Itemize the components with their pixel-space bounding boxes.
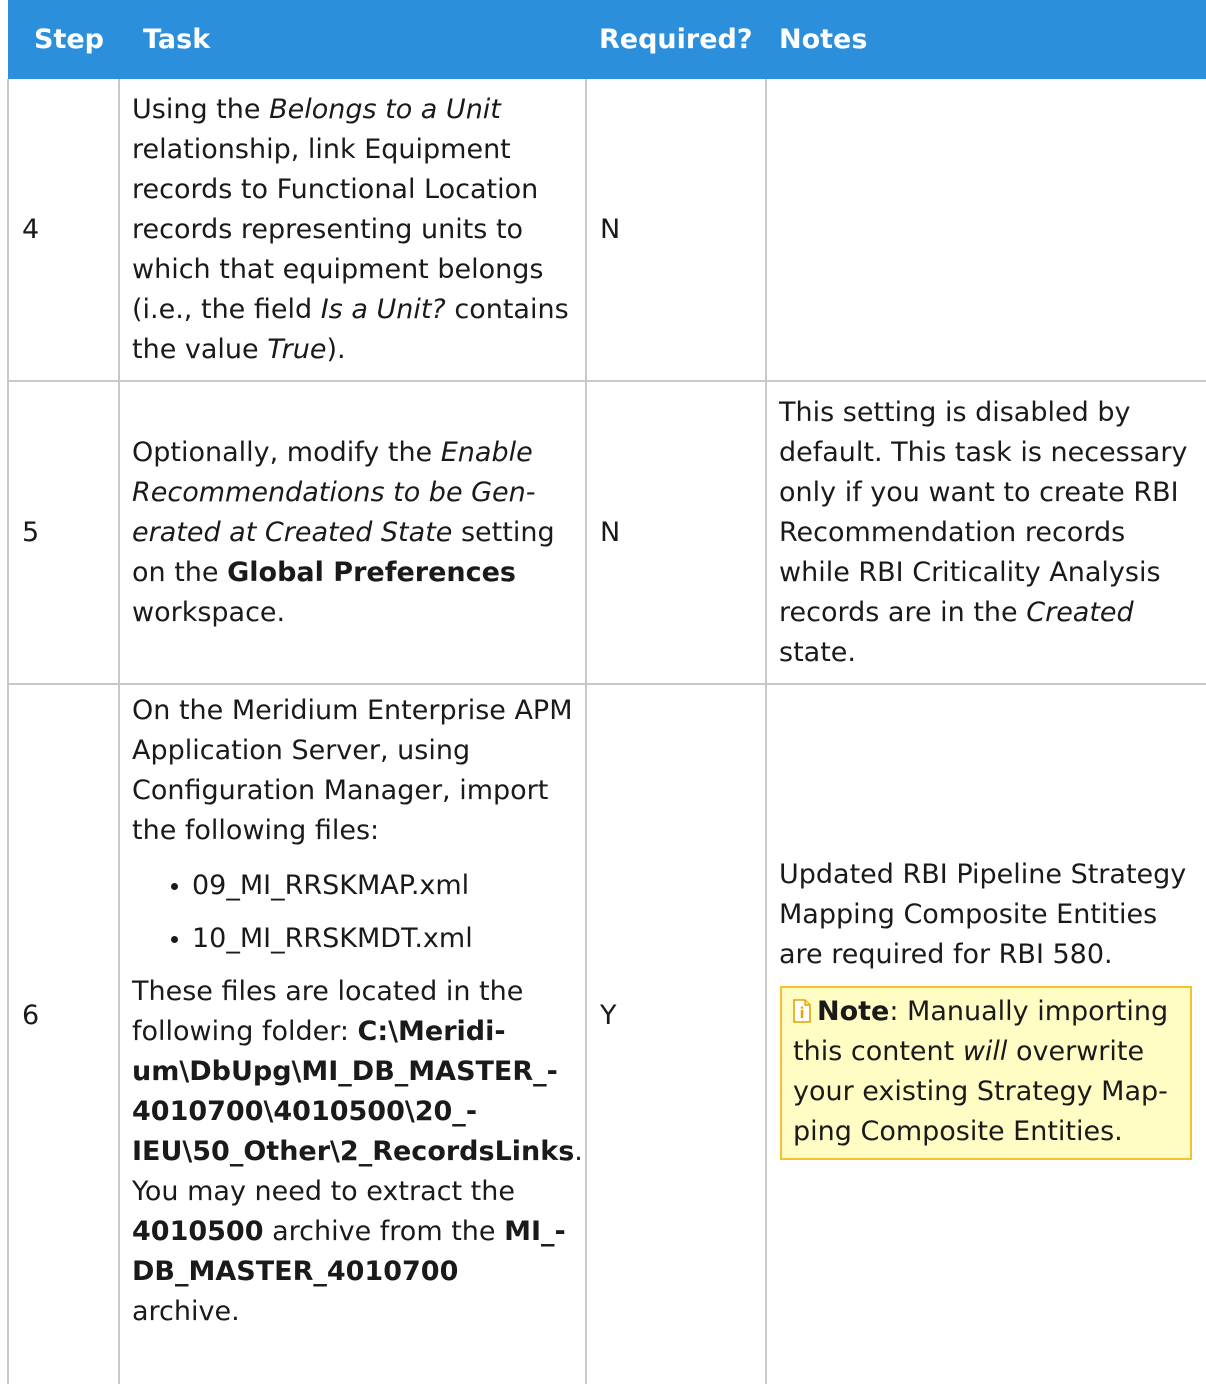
step-number: 5: [7, 380, 120, 685]
required-value: N: [585, 380, 767, 685]
task-cell: Using the Belongs to a Unit relationship…: [118, 79, 587, 382]
file-location: These files are located in the following…: [132, 972, 583, 1332]
note-label: Note: [817, 996, 890, 1027]
note-info-icon: [793, 999, 811, 1023]
archive-name: 4010500: [132, 1216, 264, 1247]
table-row: 4 Using the Belongs to a Unit relationsh…: [7, 79, 1206, 382]
location-text: archive.: [132, 1296, 240, 1327]
table-row: 6 On the Meridium Enterprise APM Applica…: [7, 683, 1206, 1384]
header-step: Step: [34, 23, 104, 55]
table-header-row: Step Task Required? Notes: [8, 0, 1206, 79]
notes-text: state.: [779, 636, 856, 668]
table-row: 5 Optionally, modify the Enable Recommen…: [7, 380, 1206, 685]
task-cell: Optionally, modify the Enable Recommenda…: [118, 380, 587, 685]
notes-text: This setting is disabled by default. Thi…: [779, 396, 1188, 628]
location-text: archive from the: [263, 1216, 505, 1247]
step-number: 6: [7, 683, 120, 1384]
file-list: 09_MI_RRSKMAP.xml 10_MI_RRSKMDT.xml: [132, 866, 573, 959]
field-value: True: [267, 333, 327, 365]
note-callout: Note: Manually importing this content wi…: [780, 986, 1192, 1160]
notes-text: Updated RBI Pipeline Strategy Mapping Co…: [779, 859, 1187, 970]
field-name: Is a Unit?: [320, 293, 446, 325]
task-text: Optionally, modify the: [132, 436, 441, 468]
file-list-item: 09_MI_RRSKMAP.xml: [171, 866, 573, 906]
task-intro: On the Meridium Enterprise APM Applicati…: [132, 695, 573, 846]
workspace-name: Global Preferences: [227, 556, 516, 588]
file-list-item: 10_MI_RRSKMDT.xml: [171, 919, 573, 959]
notes-cell: [765, 79, 1206, 382]
note-emphasis: will: [962, 1036, 1008, 1067]
steps-table: Step Task Required? Notes 4 Using the Be…: [7, 0, 1206, 1384]
notes-cell: This setting is disabled by default. Thi…: [765, 380, 1206, 685]
task-text: ).: [326, 333, 346, 365]
header-task: Task: [143, 23, 211, 55]
task-text: Using the: [132, 93, 270, 125]
task-cell: On the Meridium Enterprise APM Applicati…: [118, 683, 587, 1384]
notes-cell: Updated RBI Pipeline Strategy Mapping Co…: [765, 683, 1206, 1384]
relationship-name: Belongs to a Unit: [269, 93, 501, 125]
required-value: Y: [585, 683, 767, 1384]
task-text: workspace.: [132, 596, 286, 628]
state-name: Created: [1026, 596, 1134, 628]
step-number: 4: [7, 79, 120, 382]
header-notes: Notes: [779, 23, 868, 55]
header-required: Required?: [599, 23, 753, 55]
required-value: N: [585, 79, 767, 382]
